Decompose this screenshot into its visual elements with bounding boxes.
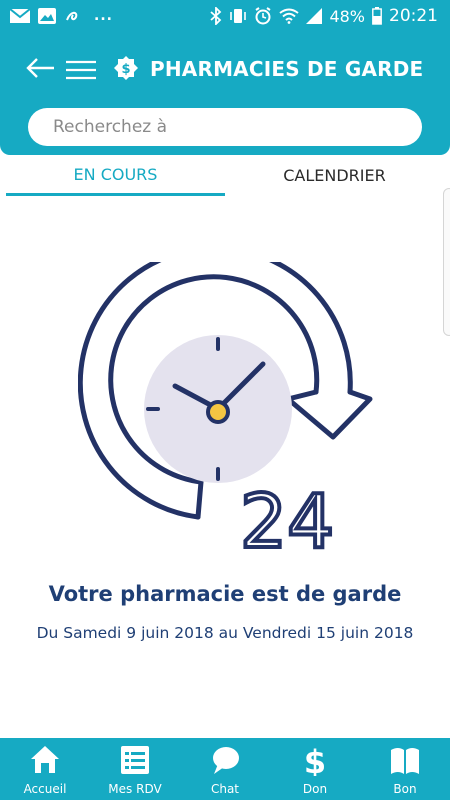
battery-percent: 48%: [329, 6, 365, 26]
search-field[interactable]: [28, 108, 422, 146]
status-bar: ... 48% 20:21: [0, 0, 450, 32]
book-icon: [391, 748, 419, 774]
battery-icon: [372, 7, 382, 25]
home-icon: [31, 746, 59, 773]
nav-chat[interactable]: Chat: [180, 738, 270, 800]
hamburger-menu-icon[interactable]: [65, 59, 97, 81]
clock-time: 20:21: [389, 6, 438, 26]
nav-bon-label: Bon: [393, 782, 417, 796]
mail-icon: [10, 9, 30, 23]
on-duty-dates: Du Samedi 9 juin 2018 au Vendredi 15 jui…: [36, 624, 414, 642]
search-input[interactable]: [28, 108, 422, 146]
pharmacy-badge-icon: $: [114, 56, 138, 80]
svg-text:$: $: [121, 62, 130, 77]
nav-mes-rdv-label: Mes RDV: [108, 782, 162, 796]
nav-chat-label: Chat: [210, 782, 240, 796]
bluetooth-icon: [210, 7, 222, 25]
on-duty-headline: Votre pharmacie est de garde: [48, 582, 402, 606]
app-notification-icon: [66, 11, 78, 21]
on-duty-24h-clock-illustration: 24: [78, 262, 373, 562]
alarm-icon: [255, 7, 271, 25]
more-notifications: ...: [94, 8, 113, 24]
nav-bon[interactable]: Bon: [360, 738, 450, 800]
tab-calendrier[interactable]: CALENDRIER: [225, 155, 444, 195]
signal-icon: [306, 8, 323, 24]
svg-text:$: $: [304, 744, 326, 776]
bottom-navigation: Accueil Mes RDV Chat $ Don Bon: [0, 738, 450, 800]
tab-en-cours[interactable]: EN COURS: [6, 155, 225, 196]
page-title: PHARMACIES DE GARDE: [150, 57, 424, 81]
status-bar-notifications: ...: [10, 6, 113, 26]
nav-accueil-label: Accueil: [23, 782, 67, 796]
nav-accueil[interactable]: Accueil: [0, 738, 90, 800]
nav-don-label: Don: [302, 782, 328, 796]
list-icon: [121, 746, 149, 774]
back-arrow-icon[interactable]: [24, 54, 56, 82]
image-icon: [38, 8, 56, 24]
chat-bubble-icon: [213, 747, 239, 774]
wifi-icon: [279, 8, 300, 24]
nav-mes-rdv[interactable]: Mes RDV: [90, 738, 180, 800]
side-drawer-handle[interactable]: [443, 188, 450, 336]
tab-bar: EN COURS CALENDRIER: [0, 155, 450, 197]
illustration-24-label: 24: [240, 479, 334, 562]
vibrate-icon: [230, 9, 247, 23]
status-bar-system: 48% 20:21: [210, 6, 438, 26]
nav-don[interactable]: $ Don: [270, 738, 360, 800]
dollar-icon: $: [304, 744, 326, 776]
